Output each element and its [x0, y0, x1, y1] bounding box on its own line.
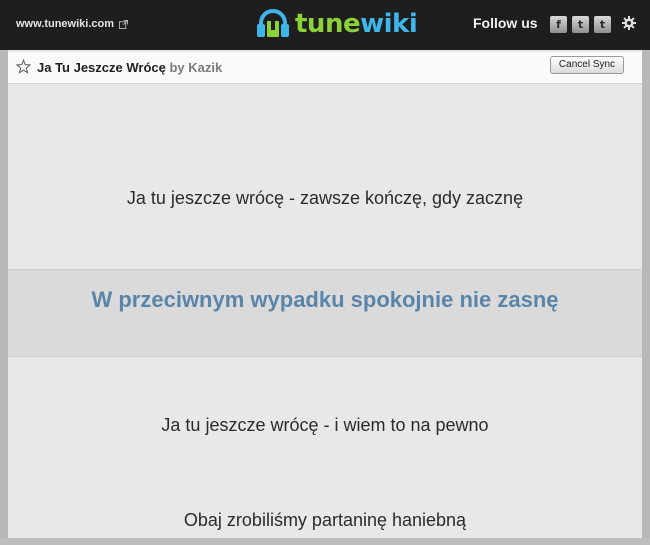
lyric-line: Obaj zrobiliśmy partaninę haniebną	[183, 510, 467, 530]
logo-part-tune: tune	[295, 9, 361, 39]
lyric-line: Ja tu jeszcze wrócę - zawsze kończę, gdy…	[126, 188, 524, 208]
lyric-line: Ja tu jeszcze wrócę - i wiem to na pewno	[161, 415, 489, 435]
current-lyric-line: W przeciwnym wypadku spokojnie nie zasnę	[91, 287, 559, 312]
logo-part-wiki: wiki	[360, 9, 418, 39]
site-link-text[interactable]: www.tunewiki.com	[16, 18, 114, 30]
tumblr-icon[interactable]: t	[594, 16, 611, 33]
top-bar: www.tunewiki.com tunewiki Follow us f t …	[0, 0, 650, 50]
bottom-border	[0, 538, 650, 545]
lyrics-panel: Ja tu jeszcze wrócę - zawsze kończę, gdy…	[8, 85, 642, 545]
current-lyric-band: W przeciwnym wypadku spokojnie nie zasnę	[8, 269, 642, 357]
external-link-icon	[119, 19, 128, 29]
right-border	[642, 50, 650, 545]
song-artist: by Kazik	[169, 60, 223, 75]
song-bar: Ja Tu Jeszcze Wrócę by Kazik Cancel Sync	[8, 52, 642, 84]
song-title: Ja Tu Jeszcze Wrócę by Kazik	[37, 60, 222, 75]
star-icon[interactable]	[16, 59, 31, 74]
cancel-sync-button[interactable]: Cancel Sync	[550, 56, 624, 74]
follow-us-label: Follow us	[473, 15, 538, 31]
song-name: Ja Tu Jeszcze Wrócę	[37, 60, 166, 75]
left-border	[0, 50, 8, 545]
facebook-icon[interactable]: f	[550, 16, 567, 33]
tunewiki-logo[interactable]: tunewiki	[256, 9, 418, 39]
logo-wordmark: tunewiki	[295, 9, 418, 39]
twitter-icon[interactable]: t	[572, 16, 589, 33]
headphones-logo-icon	[257, 9, 289, 37]
gear-icon[interactable]	[621, 15, 637, 31]
site-link[interactable]: www.tunewiki.com	[16, 18, 128, 30]
